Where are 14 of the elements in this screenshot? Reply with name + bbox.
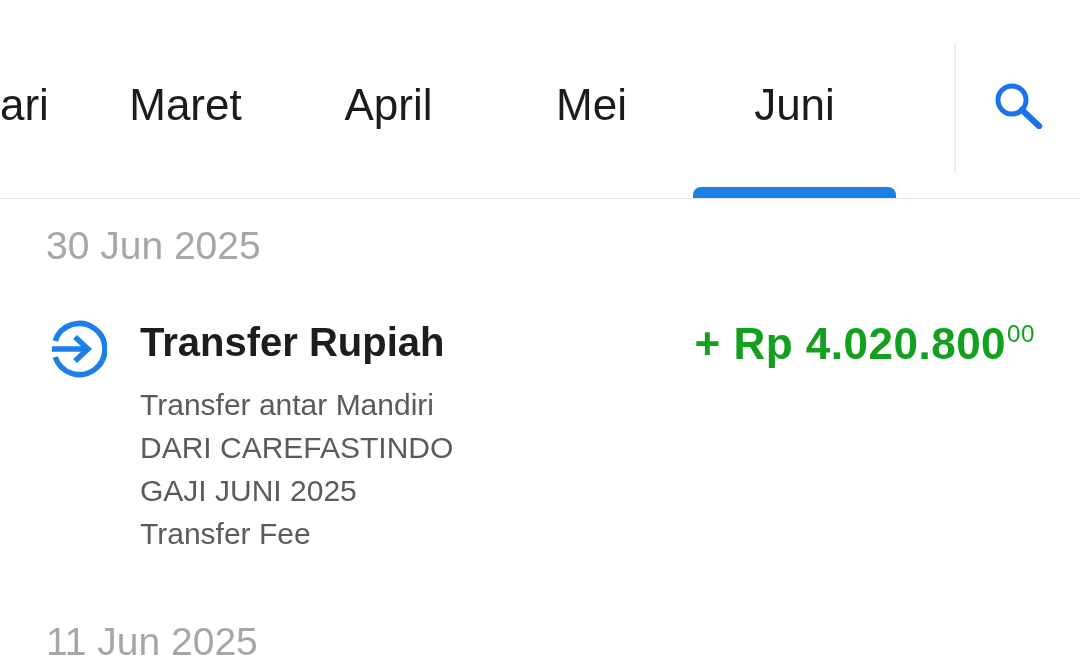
month-tab[interactable]: Maret (84, 0, 287, 198)
date-header: 30 Jun 2025 (46, 223, 261, 269)
month-tab[interactable]: ari (0, 0, 84, 198)
month-tab[interactable]: April (287, 0, 490, 198)
transaction-detail: GAJI JUNI 2025 (140, 473, 357, 509)
month-tab[interactable]: Juni (693, 0, 896, 198)
date-header: 11 Jun 2025 (46, 619, 258, 665)
transaction-detail: DARI CAREFASTINDO (140, 430, 454, 466)
transaction-detail: Transfer Fee (140, 516, 311, 552)
month-tab[interactable]: Mei (490, 0, 693, 198)
transaction-title: Transfer Rupiah (140, 319, 445, 366)
search-icon (993, 81, 1043, 129)
transaction-detail: Transfer antar Mandiri (140, 387, 434, 423)
transaction-amount: + Rp 4.020.800$^{00}$ (694, 318, 1035, 370)
